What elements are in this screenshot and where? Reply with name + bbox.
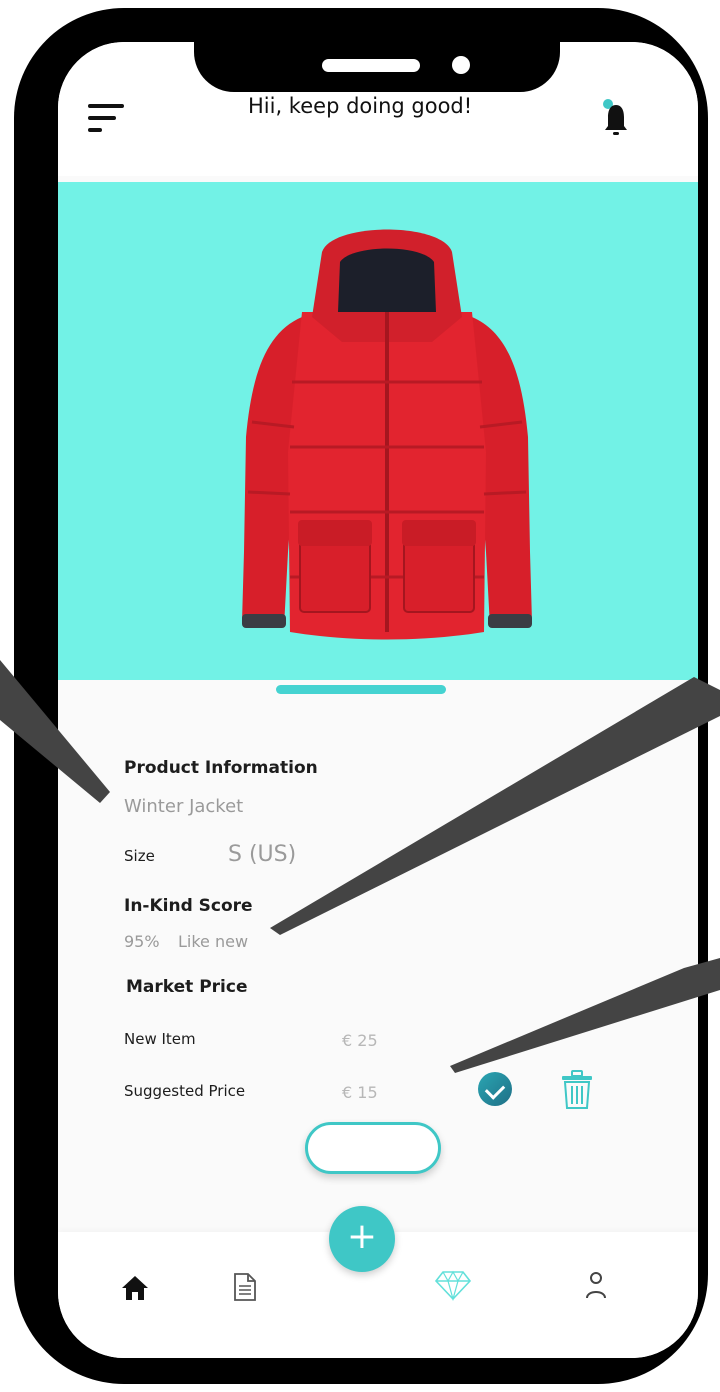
add-button[interactable]: + — [329, 1206, 395, 1272]
document-icon[interactable] — [233, 1272, 257, 1306]
profile-icon[interactable] — [584, 1270, 608, 1306]
greeting-text: Hii, keep doing good! — [248, 94, 473, 118]
new-item-label: New Item — [124, 1030, 196, 1048]
diamond-icon[interactable] — [434, 1268, 472, 1306]
product-image — [58, 182, 698, 680]
score-condition: Like new — [178, 932, 249, 951]
speaker-grille — [322, 59, 420, 72]
home-icon[interactable] — [120, 1274, 150, 1306]
action-pill-button[interactable] — [305, 1122, 441, 1174]
jacket-image — [242, 229, 532, 640]
size-value: S (US) — [228, 842, 297, 867]
app-screen: Hii, keep doing good! Product Informatio… — [58, 42, 698, 1358]
product-name: Winter Jacket — [124, 796, 244, 817]
sheet-handle[interactable] — [276, 685, 446, 694]
camera-icon — [452, 56, 470, 74]
product-info-title: Product Information — [124, 758, 318, 778]
trash-icon[interactable] — [561, 1070, 593, 1110]
menu-icon[interactable] — [88, 104, 124, 138]
score-percent: 95% — [124, 932, 160, 951]
score-title: In-Kind Score — [124, 896, 253, 916]
phone-notch — [194, 8, 560, 92]
mockup-scene: Hii, keep doing good! Product Informatio… — [0, 0, 720, 1392]
new-item-price: € 25 — [342, 1031, 378, 1050]
suggested-price-value: € 15 — [342, 1083, 378, 1102]
size-label: Size — [124, 847, 155, 865]
bell-icon[interactable] — [602, 98, 630, 138]
suggested-price-label: Suggested Price — [124, 1082, 246, 1100]
check-icon[interactable] — [478, 1072, 512, 1106]
market-price-title: Market Price — [126, 977, 248, 997]
